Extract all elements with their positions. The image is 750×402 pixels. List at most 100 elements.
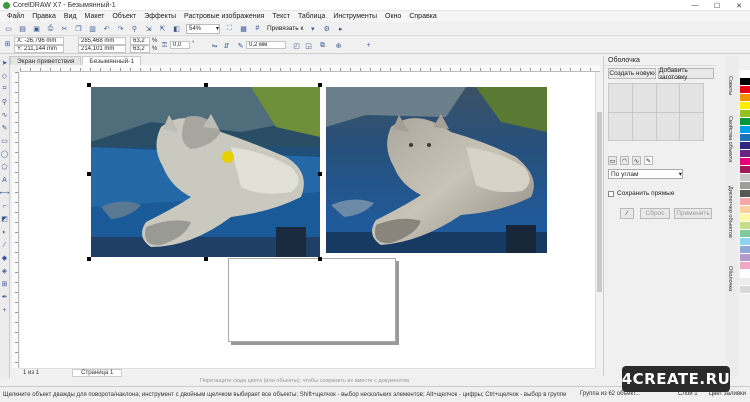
palette-swatch[interactable] — [740, 166, 750, 174]
import-icon[interactable]: ⇲ — [144, 24, 153, 33]
selection-handle[interactable] — [87, 83, 91, 87]
show-grid-icon[interactable]: # — [253, 24, 262, 33]
menu-view[interactable]: Вид — [60, 13, 81, 20]
side-tab-hints[interactable]: Советы — [727, 76, 733, 95]
palette-swatch[interactable] — [740, 214, 750, 222]
keep-lines-checkbox[interactable]: Сохранить прямые — [608, 190, 674, 197]
ungroup-icon[interactable]: ⧉ — [318, 41, 327, 50]
palette-swatch[interactable] — [740, 142, 750, 150]
tab-welcome-screen[interactable]: Экран приветствия — [10, 56, 82, 65]
copy-icon[interactable]: ❐ — [74, 24, 83, 33]
to-back-icon[interactable]: ◲ — [304, 41, 313, 50]
crop-tool-icon[interactable]: ⌗ — [1, 85, 9, 93]
palette-swatch[interactable] — [740, 254, 750, 262]
parallel-dimension-icon[interactable]: ⟷ — [0, 189, 10, 197]
mirror-horizontal-icon[interactable]: ⇋ — [210, 41, 219, 50]
side-tab-object-manager[interactable]: Диспетчер объектов — [727, 186, 733, 238]
palette-swatch[interactable] — [740, 222, 750, 230]
preset-cell[interactable] — [680, 84, 703, 112]
smart-fill-icon[interactable]: ◈ — [1, 267, 9, 275]
palette-swatch[interactable] — [740, 190, 750, 198]
preset-cell[interactable] — [609, 84, 632, 112]
undo-icon[interactable]: ↶ — [102, 24, 111, 33]
menu-file[interactable]: Файл — [3, 13, 28, 20]
side-tab-envelope[interactable]: Оболочка — [727, 266, 733, 291]
selection-handle[interactable] — [318, 172, 322, 176]
palette-swatch[interactable] — [740, 262, 750, 270]
menu-text[interactable]: Текст — [268, 13, 294, 20]
palette-swatch[interactable] — [740, 78, 750, 86]
interactive-fill-icon[interactable]: ◆ — [1, 254, 9, 262]
pen-icon[interactable]: ✎ — [236, 41, 245, 50]
publish-pdf-icon[interactable]: ◧ — [172, 24, 181, 33]
palette-swatch[interactable] — [740, 182, 750, 190]
menu-object[interactable]: Объект — [108, 13, 140, 20]
new-document-icon[interactable]: ▭ — [4, 24, 13, 33]
combine-icon[interactable]: ⊕ — [334, 41, 343, 50]
menu-window[interactable]: Окно — [381, 13, 405, 20]
zoom-tool-icon[interactable]: ⚲ — [1, 98, 9, 106]
pick-tool-icon[interactable]: ➤ — [1, 59, 9, 67]
page-tab-1[interactable]: Страница 1 — [72, 368, 123, 377]
preset-cell[interactable] — [680, 112, 703, 140]
redo-icon[interactable]: ↷ — [116, 24, 125, 33]
eyedropper-icon[interactable]: ⁄ — [1, 241, 9, 249]
to-front-icon[interactable]: ◰ — [292, 41, 301, 50]
rotation-angle-field[interactable] — [170, 41, 190, 49]
lock-ratio-icon[interactable]: ⚿ — [160, 41, 169, 50]
artistic-media-icon[interactable]: ✎ — [1, 124, 9, 132]
freehand-tool-icon[interactable]: ∿ — [1, 111, 9, 119]
selection-handle[interactable] — [87, 172, 91, 176]
scale-y-field[interactable] — [130, 45, 150, 53]
ellipse-tool-icon[interactable]: ◯ — [1, 150, 9, 158]
palette-swatch[interactable] — [740, 238, 750, 246]
menu-tools[interactable]: Инструменты — [329, 13, 381, 20]
palette-swatch[interactable] — [740, 278, 750, 286]
vertical-ruler[interactable] — [12, 72, 19, 368]
palette-swatch[interactable] — [740, 94, 750, 102]
preset-cell[interactable] — [656, 112, 680, 140]
polygon-tool-icon[interactable]: ⬠ — [1, 163, 9, 171]
palette-swatch[interactable] — [740, 118, 750, 126]
y-position-field[interactable] — [14, 45, 64, 53]
palette-swatch[interactable] — [740, 158, 750, 166]
rectangle-tool-icon[interactable]: ▭ — [1, 137, 9, 145]
posterized-cat-image[interactable] — [91, 87, 320, 257]
height-field[interactable] — [78, 45, 126, 53]
palette-swatch[interactable] — [740, 126, 750, 134]
text-tool-icon[interactable]: A — [1, 176, 9, 184]
original-cat-photo[interactable] — [326, 87, 547, 253]
menu-edit[interactable]: Правка — [28, 13, 60, 20]
palette-swatch[interactable] — [740, 134, 750, 142]
apply-button[interactable]: Применить — [674, 208, 712, 219]
menu-effects[interactable]: Эффекты — [140, 13, 180, 20]
open-icon[interactable]: ▤ — [18, 24, 27, 33]
eyedropper-icon[interactable]: ⁄ — [620, 208, 634, 219]
selection-handle[interactable] — [204, 83, 208, 87]
close-button[interactable]: ✕ — [728, 0, 750, 11]
drop-shadow-icon[interactable]: ◩ — [1, 215, 9, 223]
selection-handle[interactable] — [204, 257, 208, 261]
preset-cell[interactable] — [632, 84, 656, 112]
preset-cell[interactable] — [656, 84, 680, 112]
preset-cell[interactable] — [609, 112, 632, 140]
double-arc-mode-icon[interactable]: ∿ — [632, 156, 641, 165]
print-icon[interactable]: ⎙ — [46, 24, 55, 33]
single-arc-mode-icon[interactable]: ◠ — [620, 156, 629, 165]
menu-layout[interactable]: Макет — [81, 13, 109, 20]
checkbox-box[interactable] — [608, 190, 614, 197]
search-content-icon[interactable]: ⚲ — [130, 24, 139, 33]
add-icon[interactable]: + — [364, 41, 373, 50]
snap-to-dropdown[interactable]: Привязать к — [267, 25, 303, 32]
transparency-icon[interactable]: ◐ — [1, 228, 9, 236]
preset-cell[interactable] — [632, 112, 656, 140]
palette-swatch[interactable] — [740, 70, 750, 78]
side-tab-object-properties[interactable]: Свойства объекта — [727, 116, 733, 162]
selection-handle[interactable] — [318, 257, 322, 261]
outline-pen-icon[interactable]: ✒ — [1, 293, 9, 301]
add-tool-icon[interactable]: + — [1, 306, 9, 314]
palette-swatch[interactable] — [740, 246, 750, 254]
menu-bitmaps[interactable]: Растровые изображения — [180, 13, 268, 20]
reset-button[interactable]: Сброс — [640, 208, 670, 219]
connector-tool-icon[interactable]: ⌐ — [1, 202, 9, 210]
